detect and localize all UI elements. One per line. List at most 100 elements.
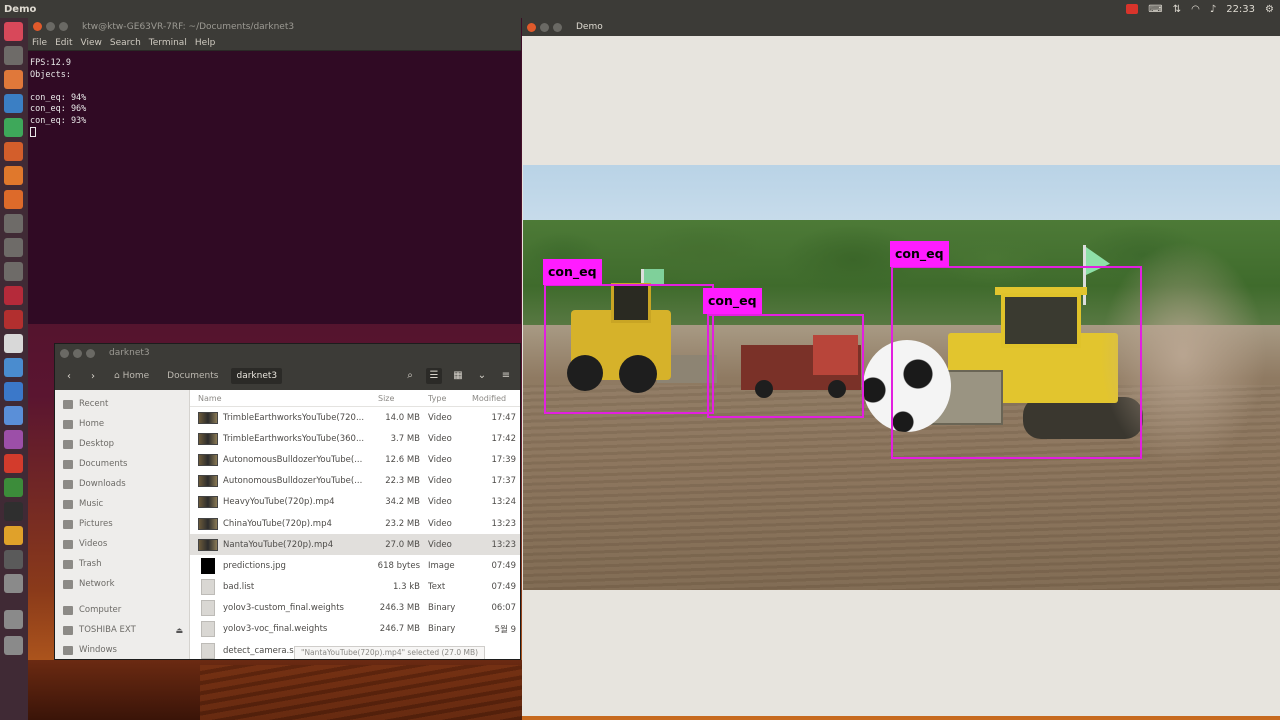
list-view-icon[interactable]: ☰ (426, 368, 442, 384)
app-icon-7[interactable] (4, 430, 23, 449)
file-row[interactable]: predictions.jpg 618 bytes Image 07:49 (190, 555, 520, 576)
search-icon[interactable]: ⌕ (402, 368, 418, 384)
column-type[interactable]: Type (420, 394, 472, 403)
breadcrumb-darknet3[interactable]: darknet3 (231, 368, 283, 384)
menu-edit[interactable]: Edit (55, 38, 72, 48)
menu-view[interactable]: View (81, 38, 102, 48)
file-row[interactable]: ChinaYouTube(720p).mp4 23.2 MB Video 13:23 (190, 513, 520, 534)
column-modified[interactable]: Modified (472, 394, 520, 403)
network-icon[interactable]: ⇅ (1173, 4, 1181, 15)
terminal-titlebar[interactable]: ktw@ktw-GE63VR-7RF: ~/Documents/darknet3 (28, 18, 521, 35)
menu-search[interactable]: Search (110, 38, 141, 48)
breadcrumb-documents[interactable]: Documents (162, 368, 223, 384)
forward-icon[interactable]: › (85, 371, 101, 382)
menu-icon[interactable]: ≡ (498, 368, 514, 384)
column-name[interactable]: Name (190, 394, 368, 403)
app-icon-9[interactable] (4, 478, 23, 497)
detection-box (707, 314, 864, 418)
file-row[interactable]: AutonomousBulldozerYouTube(... 12.6 MB Vid… (190, 449, 520, 470)
file-list[interactable]: Name Size Type Modified TrimbleEarthwork… (190, 390, 520, 659)
minimize-icon[interactable] (540, 22, 549, 32)
sidebar-item-home[interactable]: Home (55, 414, 189, 434)
minimize-icon[interactable] (46, 22, 55, 31)
calc-icon[interactable] (4, 118, 23, 137)
eject-icon[interactable]: ⏏ (175, 626, 183, 635)
writer-icon[interactable] (4, 94, 23, 113)
file-manager-titlebar[interactable]: darknet3 (55, 344, 520, 362)
drive-launcher-icon-2[interactable] (4, 610, 23, 629)
sidebar-item-music[interactable]: Music (55, 494, 189, 514)
file-row[interactable]: TrimbleEarthworksYouTube(360... 3.7 MB Vid… (190, 428, 520, 449)
sidebar-item-toshiba-ext[interactable]: TOSHIBA EXT ⏏ (55, 620, 189, 640)
clock[interactable]: 22:33 (1226, 4, 1255, 15)
app-icon-5[interactable] (4, 358, 23, 377)
close-icon[interactable] (33, 22, 42, 31)
app-icon-10[interactable] (4, 550, 23, 569)
sidebar-item-desktop[interactable]: Desktop (55, 434, 189, 454)
close-icon[interactable] (527, 22, 536, 32)
chevron-down-icon[interactable]: ⌄ (474, 368, 490, 384)
file-size: 618 bytes (377, 560, 420, 571)
file-row[interactable]: TrimbleEarthworksYouTube(720... 14.0 MB Vi… (190, 407, 520, 428)
column-size[interactable]: Size (368, 394, 420, 403)
software-center-icon[interactable] (4, 166, 23, 185)
help-icon[interactable] (4, 190, 23, 209)
menu-file[interactable]: File (32, 38, 47, 48)
app-icon-2[interactable] (4, 262, 23, 281)
file-row[interactable]: AutonomousBulldozerYouTube(... 22.3 MB Vid… (190, 471, 520, 492)
trash-icon (63, 559, 73, 569)
gear-icon[interactable]: ⚙ (1265, 4, 1274, 15)
file-row[interactable]: yolov3-custom_final.weights 246.3 MB Binar… (190, 598, 520, 619)
breadcrumb-home[interactable]: ⌂ Home (109, 368, 154, 384)
sidebar-item-pictures[interactable]: Pictures (55, 514, 189, 534)
maximize-icon[interactable] (59, 22, 68, 31)
chrome-alt-icon[interactable] (4, 526, 23, 545)
terminal-output[interactable]: FPS:12.9 Objects: con_eq: 94% con_eq: 96… (28, 51, 521, 146)
app-icon-4[interactable] (4, 310, 23, 329)
menu-help[interactable]: Help (195, 38, 216, 48)
maximize-icon[interactable] (553, 22, 562, 32)
app-icon-8[interactable] (4, 454, 23, 473)
back-icon[interactable]: ‹ (61, 371, 77, 382)
sidebar-item-recent[interactable]: Recent (55, 394, 189, 414)
sidebar-item-documents[interactable]: Documents (55, 454, 189, 474)
maximize-icon[interactable] (86, 348, 95, 358)
keyboard-icon[interactable]: ⌨ (1148, 4, 1162, 15)
drive-launcher-icon[interactable] (4, 574, 23, 593)
sidebar-item-computer[interactable]: Computer (55, 600, 189, 620)
sidebar-item-videos[interactable]: Videos (55, 534, 189, 554)
settings-icon[interactable] (4, 214, 23, 233)
firefox-icon[interactable] (4, 70, 23, 89)
app-icon-3[interactable] (4, 286, 23, 305)
volume-icon[interactable]: ♪ (1210, 4, 1216, 15)
app-icon-6[interactable] (4, 382, 23, 401)
update-alert-icon[interactable] (1126, 4, 1139, 14)
dash-icon[interactable] (4, 22, 23, 41)
wifi-icon[interactable]: ◠ (1191, 4, 1200, 15)
sidebar-item-downloads[interactable]: Downloads (55, 474, 189, 494)
app-icon-1[interactable] (4, 238, 23, 257)
file-row[interactable]: bad.list 1.3 kB Text 07:49 (190, 577, 520, 598)
demo-titlebar[interactable]: Demo (522, 18, 1280, 36)
menu-terminal[interactable]: Terminal (149, 38, 187, 48)
sidebar-item-network[interactable]: Network (55, 574, 189, 594)
close-icon[interactable] (60, 348, 69, 358)
terminal-launcher-icon[interactable] (4, 502, 23, 521)
demo-window[interactable]: Demo con_eq con_eq con_eq (522, 18, 1280, 716)
files-launcher-icon[interactable] (4, 46, 23, 65)
chrome-icon[interactable] (4, 334, 23, 353)
file-row[interactable]: yolov3-voc_final.weights 246.7 MB Binary 5월… (190, 619, 520, 640)
terminal-window[interactable]: ktw@ktw-GE63VR-7RF: ~/Documents/darknet3… (28, 18, 521, 324)
selection-status: "NantaYouTube(720p).mp4" selected (27.0 … (294, 646, 486, 659)
file-type: Video (428, 433, 452, 444)
grid-view-icon[interactable]: ▦ (450, 368, 466, 384)
trash-launcher-icon[interactable] (4, 636, 23, 655)
minimize-icon[interactable] (73, 348, 82, 358)
impress-icon[interactable] (4, 142, 23, 161)
sidebar-item-windows[interactable]: Windows (55, 640, 189, 659)
file-row[interactable]: HeavyYouTube(720p).mp4 34.2 MB Video 13:24 (190, 492, 520, 513)
file-row[interactable]: NantaYouTube(720p).mp4 27.0 MB Video 13:23 (190, 534, 520, 556)
twitter-icon[interactable] (4, 406, 23, 425)
file-manager-window[interactable]: darknet3 ‹ › ⌂ Home Documents darknet3 ⌕… (54, 343, 521, 660)
sidebar-item-trash[interactable]: Trash (55, 554, 189, 574)
